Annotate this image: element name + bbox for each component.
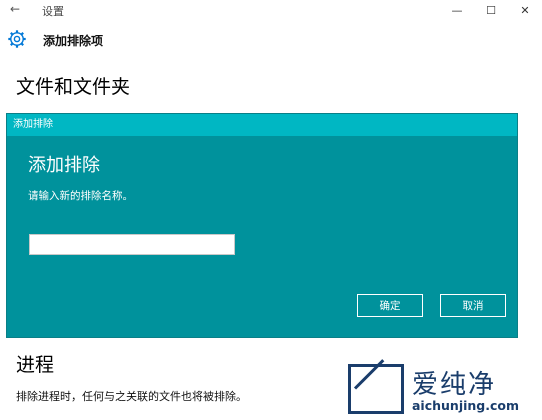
files-folders-heading: 文件和文件夹 [16, 76, 131, 98]
close-button[interactable]: ✕ [508, 0, 542, 20]
process-heading: 进程 [16, 354, 55, 376]
gear-icon [8, 30, 26, 48]
dialog-prompt: 请输入新的排除名称。 [28, 190, 133, 202]
process-description: 排除进程时，任何与之关联的文件也将被排除。 [16, 390, 247, 403]
cancel-button[interactable]: 取消 [440, 294, 506, 317]
window-title: 设置 [42, 5, 64, 18]
dialog-heading: 添加排除 [28, 155, 100, 176]
dialog-caption: 添加排除 [7, 114, 517, 136]
exclusion-name-input[interactable] [29, 234, 235, 255]
back-arrow-icon[interactable]: ← [10, 2, 20, 16]
title-bar: ← 设置 — ☐ ✕ [0, 0, 542, 20]
ok-button[interactable]: 确定 [357, 294, 423, 317]
page-header: 添加排除项 [0, 20, 542, 60]
maximize-button[interactable]: ☐ [474, 0, 508, 20]
minimize-button[interactable]: — [440, 0, 474, 20]
watermark-title: 爱纯净 [412, 370, 497, 400]
page-title: 添加排除项 [43, 34, 104, 48]
watermark-url: aichunjing.com [412, 398, 520, 413]
add-exclusion-dialog: 添加排除 添加排除 请输入新的排除名称。 确定 取消 [7, 114, 517, 337]
watermark-logo-icon [348, 359, 404, 414]
